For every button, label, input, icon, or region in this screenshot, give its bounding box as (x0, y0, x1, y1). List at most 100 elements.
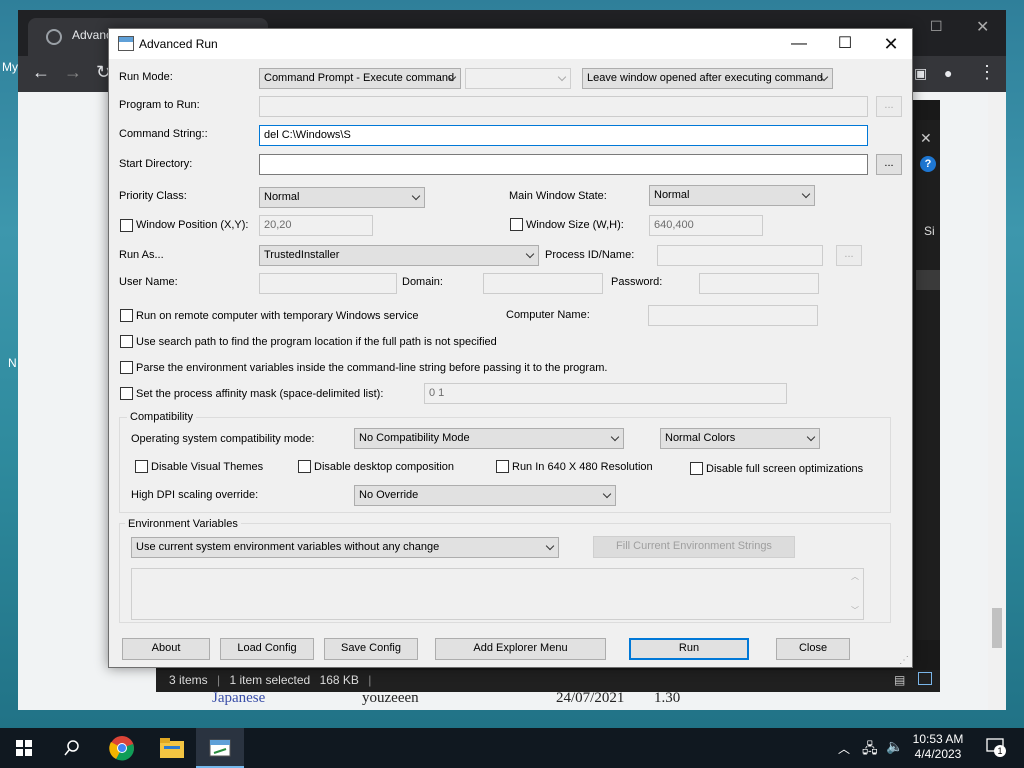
dpi-select[interactable]: No Override (354, 485, 616, 506)
disable-fullscreen-checkbox[interactable] (690, 462, 703, 475)
parse-env-checkbox[interactable] (120, 361, 133, 374)
compatibility-group-title: Compatibility (127, 411, 196, 423)
add-explorer-menu-button[interactable]: Add Explorer Menu (435, 638, 606, 660)
chrome-scroll-thumb[interactable] (992, 608, 1002, 648)
clock[interactable]: 10:53 AM 4/4/2023 (906, 732, 970, 762)
search-icon[interactable] (48, 728, 96, 768)
program-browse-button[interactable]: ... (876, 96, 902, 117)
run-as-select[interactable]: TrustedInstaller (259, 245, 539, 266)
affinity-input[interactable]: 0 1 (424, 383, 787, 404)
disable-desktop-label: Disable desktop composition (314, 461, 455, 473)
env-group-title: Environment Variables (125, 518, 241, 530)
password-label: Password: (611, 276, 663, 288)
network-icon[interactable]: 🖧 (862, 738, 878, 762)
status-size: 168 KB (319, 673, 359, 687)
maximize-button[interactable]: ☐ (822, 29, 868, 59)
search-path-checkbox[interactable] (120, 335, 133, 348)
tiles-view-icon[interactable] (918, 672, 932, 685)
process-browse-button[interactable]: ... (836, 245, 862, 266)
desktop-label-n: N (8, 356, 17, 370)
explorer-side-highlight (916, 270, 940, 290)
maximize-icon[interactable]: ☐ (930, 18, 943, 35)
os-compat-select[interactable]: No Compatibility Mode (354, 428, 624, 449)
advanced-run-taskbar-icon[interactable] (196, 728, 244, 768)
details-view-icon[interactable]: ▤ (894, 673, 905, 687)
minimize-button[interactable]: — (776, 29, 822, 59)
resize-grip-icon[interactable]: ⋰ (899, 655, 909, 666)
close-window-button[interactable]: ✕ (868, 29, 914, 59)
domain-label: Domain: (402, 276, 443, 288)
run-mode-extra-select[interactable] (465, 68, 571, 89)
window-size-checkbox[interactable] (510, 218, 523, 231)
window-icon[interactable]: ▣ (914, 65, 927, 82)
close-icon[interactable]: ✕ (920, 130, 932, 147)
env-textarea-scrollbar[interactable]: ︿ ﹀ (848, 569, 863, 619)
priority-select[interactable]: Normal (259, 187, 425, 208)
search-path-label: Use search path to find the program loca… (136, 336, 497, 348)
start-dir-input[interactable] (259, 154, 868, 175)
notification-count: 1 (994, 745, 1006, 757)
username-input[interactable] (259, 273, 397, 294)
domain-input[interactable] (483, 273, 603, 294)
forward-icon[interactable]: → (64, 62, 82, 83)
chrome-taskbar-icon[interactable] (98, 728, 146, 768)
main-state-label: Main Window State: (509, 190, 607, 202)
save-config-button[interactable]: Save Config (324, 638, 418, 660)
app-icon (118, 36, 134, 51)
close-button[interactable]: Close (776, 638, 850, 660)
windows-start-icon[interactable] (0, 728, 48, 768)
command-label: Command String:: (119, 128, 208, 140)
chevron-up-icon[interactable]: ︿ (838, 740, 850, 757)
password-input[interactable] (699, 273, 819, 294)
disable-fullscreen-label: Disable full screen optimizations (706, 463, 864, 475)
disable-desktop-checkbox[interactable] (298, 460, 311, 473)
affinity-label: Set the process affinity mask (space-del… (136, 388, 384, 400)
window-position-input[interactable]: 20,20 (259, 215, 373, 236)
process-input[interactable] (657, 245, 823, 266)
colors-select[interactable]: Normal Colors (660, 428, 820, 449)
behind-date: 24/07/2021 (556, 690, 625, 706)
env-textarea[interactable]: ︿ ﹀ (131, 568, 864, 620)
env-select[interactable]: Use current system environment variables… (131, 537, 559, 558)
explorer-side-label: Si (924, 224, 935, 238)
after-execute-select[interactable]: Leave window opened after executing comm… (582, 68, 833, 89)
file-explorer-icon[interactable] (148, 728, 196, 768)
profile-icon[interactable]: ● (944, 65, 952, 81)
scroll-down-icon[interactable]: ﹀ (851, 605, 859, 616)
advanced-run-dialog: Advanced Run — ☐ ✕ Run Mode: Command Pro… (108, 28, 913, 668)
close-icon[interactable]: ✕ (976, 17, 989, 37)
explorer-side-panel: ✕ ? Si (916, 120, 940, 640)
volume-icon[interactable]: 🔈 (886, 738, 903, 755)
scroll-up-icon[interactable]: ︿ (851, 571, 859, 582)
clock-time: 10:53 AM (912, 732, 964, 746)
window-size-input[interactable]: 640,400 (649, 215, 763, 236)
status-items: 3 items (169, 673, 208, 687)
load-config-button[interactable]: Load Config (220, 638, 314, 660)
window-position-checkbox[interactable] (120, 219, 133, 232)
remote-checkbox[interactable] (120, 309, 133, 322)
behind-name: Japanese (212, 690, 266, 706)
notification-icon[interactable]: 1 (984, 738, 1006, 757)
os-compat-label: Operating system compatibility mode: (131, 433, 315, 445)
taskbar: ︿ 🖧 🔈 10:53 AM 4/4/2023 1 (0, 728, 1024, 768)
run-640-checkbox[interactable] (496, 460, 509, 473)
run-mode-select[interactable]: Command Prompt - Execute command (259, 68, 461, 89)
main-state-select[interactable]: Normal (649, 185, 815, 206)
program-input[interactable] (259, 96, 868, 117)
menu-icon[interactable]: ⋮ (978, 62, 996, 83)
help-icon[interactable]: ? (920, 156, 936, 172)
run-mode-label: Run Mode: (119, 71, 173, 83)
window-title: Advanced Run (139, 37, 218, 51)
disable-themes-checkbox[interactable] (135, 460, 148, 473)
affinity-checkbox[interactable] (120, 387, 133, 400)
run-button[interactable]: Run (629, 638, 749, 660)
start-dir-browse-button[interactable]: ... (876, 154, 902, 175)
globe-icon (46, 29, 62, 45)
command-input[interactable]: del C:\Windows\S (259, 125, 868, 146)
computer-name-input[interactable] (648, 305, 818, 326)
about-button[interactable]: About (122, 638, 210, 660)
start-dir-label: Start Directory: (119, 158, 193, 170)
fill-env-button[interactable]: Fill Current Environment Strings (593, 536, 795, 558)
back-icon[interactable]: ← (32, 62, 50, 83)
dpi-label: High DPI scaling override: (131, 489, 259, 501)
